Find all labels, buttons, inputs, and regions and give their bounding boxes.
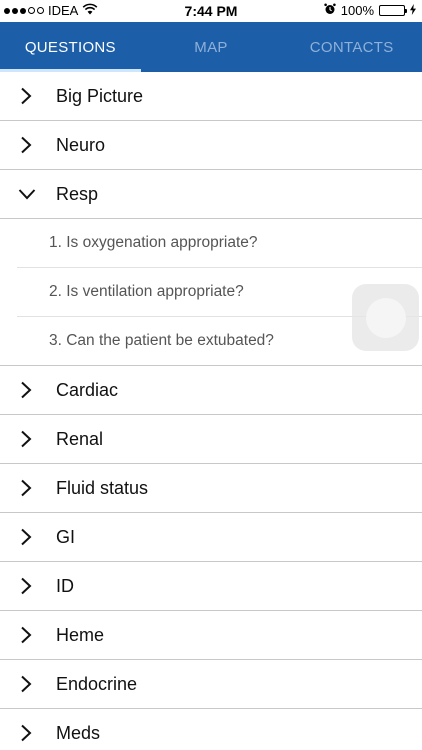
section-label: Endocrine — [56, 673, 138, 694]
charging-bolt-icon — [410, 3, 416, 18]
chevron-right-icon — [0, 415, 56, 464]
tab-contacts[interactable]: CONTACTS — [281, 22, 422, 72]
section-row-endocrine[interactable]: Endocrine — [0, 660, 422, 709]
section-row-id[interactable]: ID — [0, 562, 422, 611]
section-label: Resp — [56, 183, 99, 204]
section-row-renal[interactable]: Renal — [0, 415, 422, 464]
chevron-right-icon — [0, 611, 56, 660]
question-label: 1. Is oxygenation appropriate? — [49, 234, 258, 251]
question-label: 2. Is ventilation appropriate? — [49, 283, 244, 300]
section-label: GI — [56, 526, 76, 547]
section-row-neuro[interactable]: Neuro — [0, 121, 422, 170]
section-label: Meds — [56, 722, 101, 743]
assistive-touch-button[interactable] — [352, 284, 419, 351]
section-label: Big Picture — [56, 85, 144, 106]
tab-bar: QUESTIONS MAP CONTACTS — [0, 22, 422, 72]
section-label: Neuro — [56, 134, 106, 155]
section-row-fluid-status[interactable]: Fluid status — [0, 464, 422, 513]
chevron-right-icon — [0, 464, 56, 513]
section-row-gi[interactable]: GI — [0, 513, 422, 562]
status-right: 100% — [324, 3, 416, 18]
status-bar: IDEA 7:44 PM 100% — [0, 0, 422, 22]
question-item[interactable]: 1. Is oxygenation appropriate? — [17, 219, 422, 268]
tab-questions[interactable]: QUESTIONS — [0, 22, 141, 72]
section-label: Cardiac — [56, 379, 119, 400]
chevron-right-icon — [0, 562, 56, 611]
app-screen: IDEA 7:44 PM 100% QUESTIONS MAP CONTACTS… — [0, 0, 422, 750]
chevron-right-icon — [0, 366, 56, 415]
section-label: ID — [56, 575, 74, 596]
question-label: 3. Can the patient be extubated? — [49, 332, 274, 349]
tab-map[interactable]: MAP — [141, 22, 282, 72]
section-row-heme[interactable]: Heme — [0, 611, 422, 660]
chevron-right-icon — [0, 513, 56, 562]
section-label: Renal — [56, 428, 104, 449]
assistive-touch-icon — [365, 297, 406, 338]
chevron-right-icon — [0, 660, 56, 709]
battery-icon — [379, 5, 407, 16]
section-row-big-picture[interactable]: Big Picture — [0, 72, 422, 121]
section-row-meds[interactable]: Meds — [0, 709, 422, 750]
chevron-right-icon — [0, 709, 56, 750]
chevron-right-icon — [0, 121, 56, 170]
section-row-resp[interactable]: Resp — [0, 170, 422, 219]
chevron-right-icon — [0, 72, 56, 121]
section-label: Fluid status — [56, 477, 149, 498]
section-list: Big Picture Neuro Resp 1. Is oxygenation ap… — [0, 72, 422, 750]
chevron-down-icon — [0, 170, 56, 219]
alarm-icon — [324, 3, 336, 18]
section-label: Heme — [56, 624, 105, 645]
battery-percent: 100% — [340, 3, 374, 18]
section-row-cardiac[interactable]: Cardiac — [0, 366, 422, 415]
